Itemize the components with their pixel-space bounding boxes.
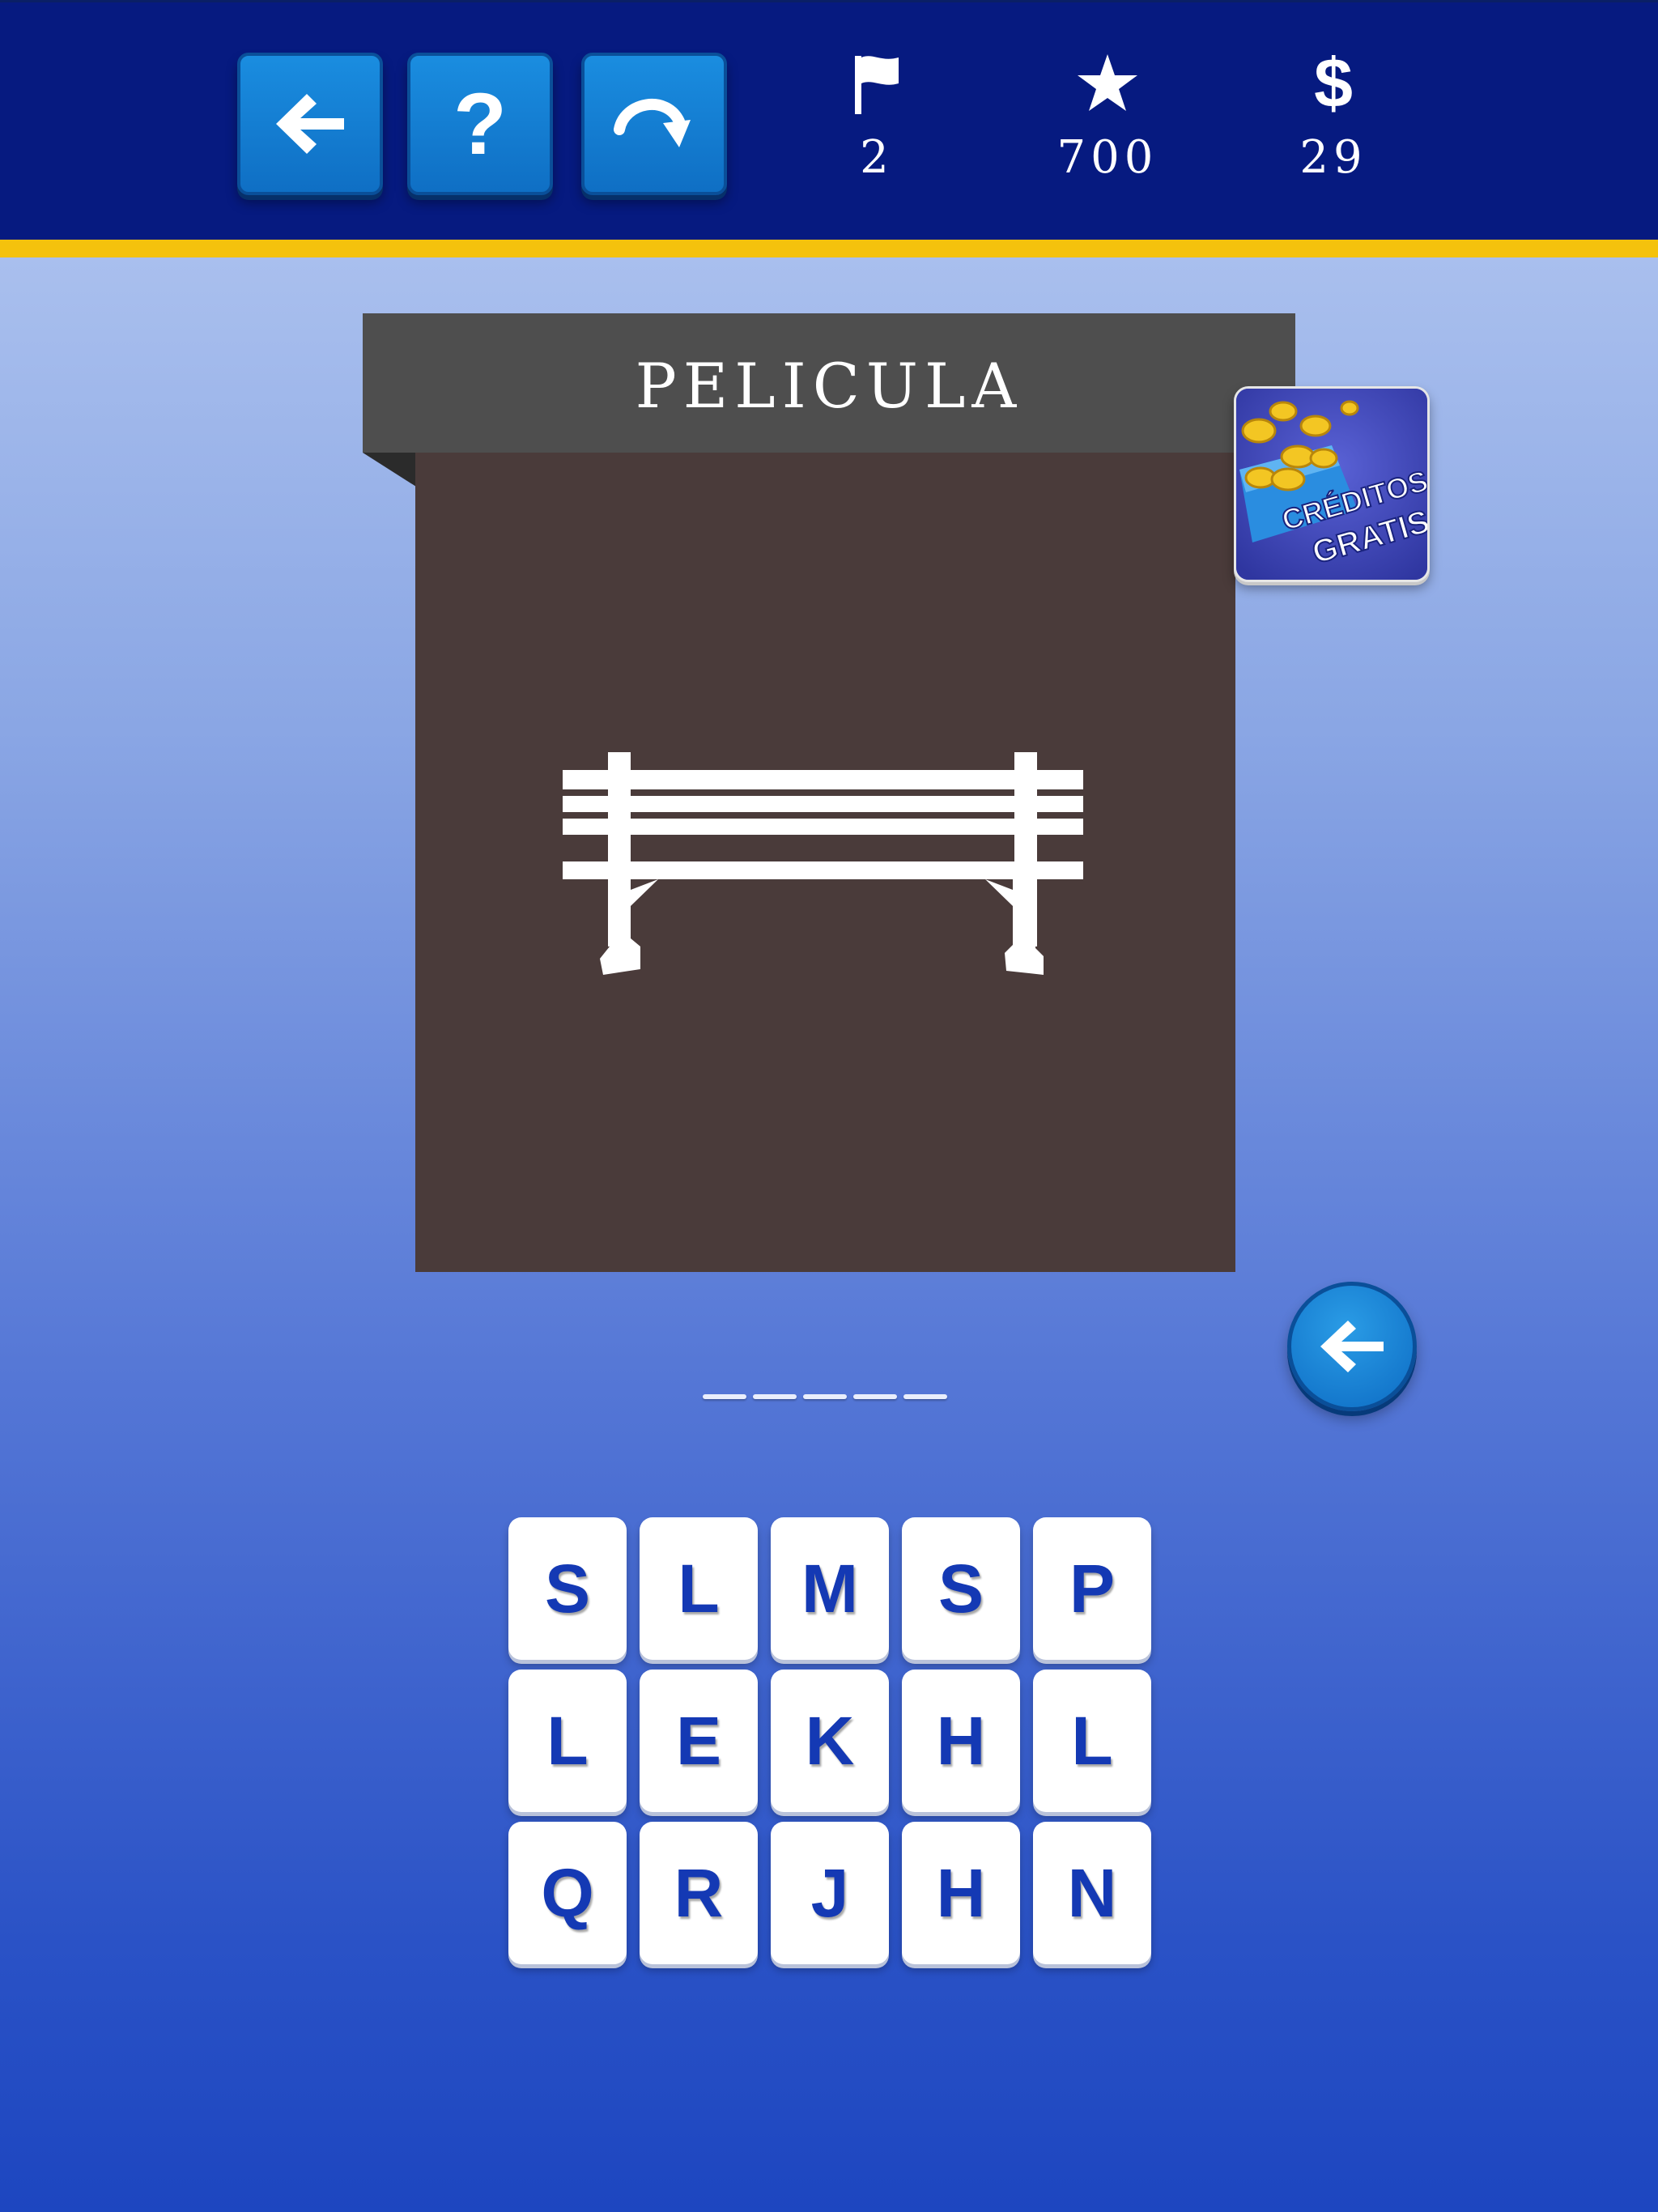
back-button[interactable] xyxy=(237,53,383,195)
flag-icon xyxy=(855,56,899,114)
arrow-left-icon xyxy=(276,94,344,154)
level-stat: 2 xyxy=(804,47,950,186)
letter-tile[interactable]: R xyxy=(640,1822,758,1964)
letter-tile[interactable]: P xyxy=(1033,1517,1151,1660)
letter-tile[interactable]: M xyxy=(771,1517,889,1660)
curved-arrow-icon xyxy=(614,98,691,147)
help-label: ? xyxy=(453,74,507,172)
letter-tile[interactable]: Q xyxy=(508,1822,627,1964)
free-credits-button[interactable]: CRÉDITOS GRATIS xyxy=(1234,386,1430,582)
answer-slot[interactable] xyxy=(803,1394,847,1399)
park-bench-icon xyxy=(563,752,1083,975)
answer-slot[interactable] xyxy=(703,1394,746,1399)
letter-tile[interactable]: L xyxy=(1033,1670,1151,1812)
letter-tile[interactable]: S xyxy=(508,1517,627,1660)
answer-slots xyxy=(703,1394,947,1406)
letter-tile[interactable]: N xyxy=(1033,1822,1151,1964)
letter-tile[interactable]: E xyxy=(640,1670,758,1812)
letter-tile[interactable]: S xyxy=(902,1517,1020,1660)
skip-button[interactable] xyxy=(581,53,727,195)
answer-slot[interactable] xyxy=(853,1394,897,1399)
score-stat: 700 xyxy=(1035,47,1180,186)
score-value: 700 xyxy=(1056,131,1158,184)
help-button[interactable]: ? xyxy=(407,53,553,195)
level-value: 2 xyxy=(860,131,894,184)
letter-tile[interactable]: L xyxy=(640,1517,758,1660)
accent-stripe xyxy=(0,240,1658,257)
dollar-icon: $ xyxy=(1314,45,1353,122)
letter-tile[interactable]: L xyxy=(508,1670,627,1812)
letter-grid: S L M S P L E K H L Q R J H N xyxy=(508,1517,1154,1964)
answer-slot[interactable] xyxy=(903,1394,947,1399)
category-banner: PELICULA xyxy=(363,313,1295,453)
coins-chest-icon: CRÉDITOS GRATIS xyxy=(1236,389,1427,580)
letter-tile[interactable]: K xyxy=(771,1670,889,1812)
arrow-left-icon xyxy=(1320,1321,1384,1372)
answer-slot[interactable] xyxy=(753,1394,797,1399)
coins-value: 29 xyxy=(1299,131,1367,184)
letter-tile[interactable]: J xyxy=(771,1822,889,1964)
letter-tile[interactable]: H xyxy=(902,1822,1020,1964)
puzzle-image xyxy=(415,453,1235,1272)
category-label: PELICULA xyxy=(635,349,1023,422)
letter-tile[interactable]: H xyxy=(902,1670,1020,1812)
star-icon xyxy=(1078,54,1137,111)
coins-stat: $ 29 xyxy=(1261,47,1406,186)
top-bar: ? 2 700 $ 29 xyxy=(0,0,1658,240)
backspace-button[interactable] xyxy=(1287,1282,1417,1411)
banner-fold xyxy=(363,453,416,487)
